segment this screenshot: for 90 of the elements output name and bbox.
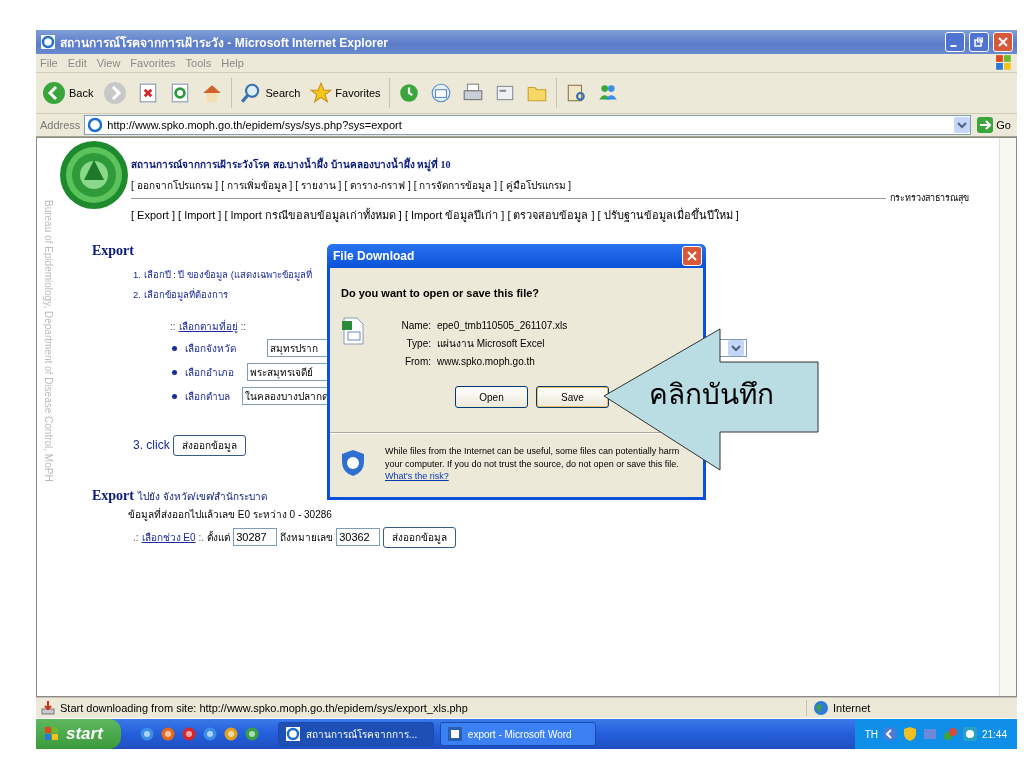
field-label: ถึงหมายเลข	[280, 530, 334, 545]
zone-panel: Internet	[806, 700, 1013, 716]
go-arrow-icon	[977, 117, 994, 133]
shield-icon[interactable]	[901, 726, 918, 742]
export-button[interactable]: ส่งออกข้อมูล	[172, 434, 246, 456]
nav-link[interactable]: [ Export ]	[131, 208, 176, 222]
clock: 21:44	[981, 728, 1007, 740]
nav-link[interactable]: [ ตรวจสอบข้อมูล ]	[507, 208, 595, 222]
nav-link[interactable]: [ การเพิ่มข้อมูล ]	[221, 179, 293, 192]
section-heading: Export	[92, 243, 134, 259]
page-icon	[87, 117, 104, 133]
status-text: Start downloading from site: http://www.spko.moph.go.th/epidem/sys/export_xls.php	[60, 702, 468, 714]
address-label: Address	[40, 119, 81, 131]
info-label: From:	[403, 355, 431, 369]
search-button[interactable]: Search	[238, 80, 303, 106]
info-label: Type:	[405, 337, 431, 351]
back-button[interactable]: Back	[40, 79, 96, 107]
close-icon	[998, 37, 1008, 47]
shield-icon	[341, 449, 365, 477]
go-button[interactable]: Go	[975, 117, 1013, 133]
scrollbar[interactable]	[999, 138, 1016, 696]
field-label: เลือกจังหวัด	[185, 341, 237, 356]
info-value: www.spko.moph.go.th	[437, 355, 535, 369]
field-label: เลือกอำเภอ	[185, 365, 235, 380]
nav-link[interactable]: [ Import ข้อมูลปีเก่า ]	[404, 208, 505, 222]
close-button[interactable]	[993, 32, 1013, 52]
windows-logo-icon	[44, 726, 60, 742]
ministry-text: กระทรวงสาธารณสุข	[890, 192, 970, 205]
step-text: 2. เลือกข้อมูลที่ต้องการ	[132, 287, 228, 303]
info-text: ข้อมูลที่ส่งออกไปแล้วเลข E0 ระหว่าง 0 - 30286	[127, 508, 333, 522]
restore-icon	[974, 37, 984, 47]
bullet-icon	[172, 345, 177, 351]
spreadsheet-file-icon	[341, 317, 365, 345]
input-field[interactable]: 30362	[336, 528, 381, 546]
nav-link[interactable]: [ ออกจากโปรแกรม ]	[131, 179, 219, 192]
filter-link[interactable]: เลือกตามที่อยู่	[178, 320, 238, 334]
bullet-icon	[172, 369, 177, 375]
callout-text: คลิกบันทึก	[649, 378, 774, 412]
nav-link[interactable]: [ ปรับฐานข้อมูลเมื่อขึ้นปีใหม่ ]	[597, 208, 739, 222]
range-link[interactable]: เลือกช่วง E0	[141, 529, 196, 545]
nav-link[interactable]: [ การจัดการข้อมูล ]	[413, 179, 497, 192]
seal-logo	[59, 140, 129, 210]
clock-icon	[397, 82, 420, 104]
address-field[interactable]: http://www.spko.moph.go.th/epidem/sys/sys.php?sys=export	[84, 115, 972, 135]
nav-link[interactable]: [ Import ]	[178, 208, 222, 222]
nav-link[interactable]: [ Import กรณีขอลบข้อมูลเก่าทั้งหมด ]	[224, 208, 402, 222]
minimize-icon	[949, 45, 957, 47]
field-label: เลือกตำบล	[185, 389, 231, 404]
range-delimiter: :.	[198, 531, 205, 543]
close-button[interactable]	[682, 246, 702, 266]
mail-icon	[429, 82, 452, 104]
section-heading: Export	[92, 488, 134, 504]
download-icon	[40, 700, 56, 716]
info-value: แผ่นงาน Microsoft Excel	[437, 337, 545, 351]
info-label: Name:	[400, 319, 431, 333]
nav-link[interactable]: [ คู่มือโปรแกรม ]	[499, 179, 572, 192]
taskbar-button[interactable]: สถานการณ์โรคจากการ...	[277, 722, 434, 746]
step-text: 3. click	[133, 438, 170, 452]
taskbar-button[interactable]: export - Microsoft Word	[439, 722, 596, 746]
warning-text: While files from the Internet can be useful, some files can potentially harm your computer. If you do not trust the source, do not open or save this file. What's the risk?	[385, 445, 681, 483]
dialog-button[interactable]: Save	[536, 386, 609, 408]
side-text: Bureau of Epidemiology, Department of Disease Control, MoPH	[42, 200, 54, 484]
filter-delimiter: ::	[240, 320, 247, 334]
favorites-button[interactable]: Favorites	[308, 80, 383, 106]
export-button[interactable]: ส่งออกข้อมูล	[383, 526, 457, 548]
minimize-button[interactable]	[945, 32, 965, 52]
step-text: 1. เลือกปี : ปี ของข้อมูล (แสดงเฉพาะข้อมูลที่	[132, 267, 312, 283]
range-delimiter: .:	[133, 531, 139, 543]
filter-delimiter: ::	[170, 320, 176, 334]
dialog-button[interactable]: Open	[455, 386, 528, 408]
input-field[interactable]: 30287	[233, 528, 278, 546]
tray-icon[interactable]	[881, 726, 898, 742]
nav-link[interactable]: [ รายงาน ]	[295, 179, 342, 192]
globe-icon	[813, 700, 829, 716]
info-value: epe0_tmb110505_261107.xls	[437, 319, 568, 333]
window-title: สถานการณ์โรคจากการเฝ้าระวัง - Microsoft Internet Explorer	[60, 34, 389, 52]
bullet-icon	[172, 393, 177, 399]
section-subheading: ไปยัง จังหวัด/เขต/สำนักระบาด	[138, 490, 268, 504]
restore-button[interactable]	[969, 32, 989, 52]
field-label: ตั้งแต่	[207, 529, 231, 545]
windows-logo-icon	[995, 54, 1013, 72]
dialog-title: File Download	[333, 249, 415, 263]
dialog-question: Do you want to open or save this file?	[341, 286, 541, 300]
tray-icon[interactable]	[961, 726, 978, 742]
document-icon	[446, 726, 463, 742]
site-title: สถานการณ์จากการเฝ้าระวังโรค สอ.บางน้ำผึ้ง บ้านคลองบางน้ำผึ้ง หมู่ที่ 10	[131, 158, 452, 171]
star-icon	[310, 82, 333, 104]
close-icon	[687, 251, 697, 261]
nav-link[interactable]: [ ตาราง-กราฟ ]	[344, 179, 411, 192]
risk-link[interactable]: What's the risk?	[385, 471, 449, 481]
